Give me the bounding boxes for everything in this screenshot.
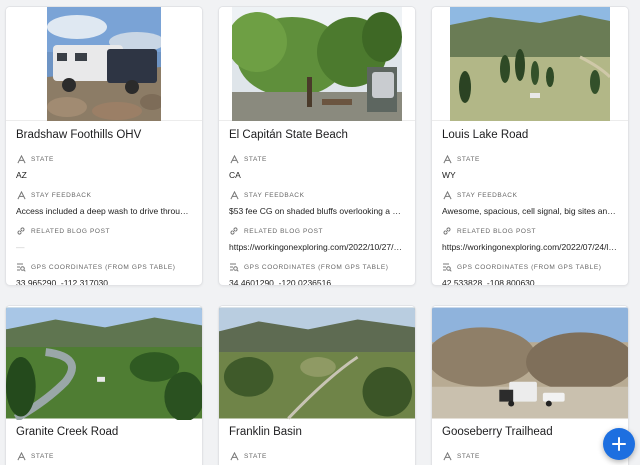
record-card[interactable]: Gooseberry Trailhead STATE UT — [431, 305, 629, 465]
blog-post-value: — — [16, 242, 25, 252]
card-image-area — [6, 7, 202, 121]
record-card[interactable]: Granite Creek Road STATE WY — [5, 305, 203, 465]
state-field-label: STATE — [442, 451, 628, 461]
lookup-icon — [229, 262, 239, 272]
gps-value: 34.4601290, -120.0236516 — [229, 278, 332, 286]
card-title: Franklin Basin — [229, 426, 302, 438]
gps-field-label: GPS COORDINATES (FROM GPS TABLE) — [229, 262, 415, 272]
card-gallery: Bradshaw Foothills OHV STATE AZ STAY FEE… — [0, 0, 640, 465]
gps-value: 42.533828, -108.800630 — [442, 278, 535, 286]
state-value: AZ — [16, 170, 27, 180]
lookup-icon — [442, 262, 452, 272]
text-a-icon — [16, 190, 26, 200]
state-value: CA — [229, 170, 241, 180]
text-a-icon — [229, 190, 239, 200]
stay-feedback-field-label: STAY FEEDBACK — [16, 190, 202, 200]
blog-post-field-label: RELATED BLOG POST — [16, 226, 202, 236]
text-a-icon — [229, 451, 239, 461]
card-image-area — [219, 7, 415, 121]
blog-post-field-label: RELATED BLOG POST — [442, 226, 628, 236]
gps-field-label: GPS COORDINATES (FROM GPS TABLE) — [16, 262, 202, 272]
stay-feedback-value: Access included a deep wash to drive thr… — [16, 206, 192, 216]
text-a-icon — [16, 154, 26, 164]
text-a-icon — [229, 154, 239, 164]
card-photo — [432, 307, 628, 419]
state-field-label: STATE — [16, 451, 202, 461]
text-a-icon — [442, 190, 452, 200]
card-photo — [450, 7, 610, 121]
stay-feedback-field-label: STAY FEEDBACK — [442, 190, 628, 200]
card-title: El Capitán State Beach — [229, 129, 348, 141]
add-record-button[interactable] — [603, 428, 635, 460]
blog-post-field-label: RELATED BLOG POST — [229, 226, 415, 236]
card-image-area — [432, 7, 628, 121]
record-card[interactable]: Franklin Basin STATE UT — [218, 305, 416, 465]
gps-value: 33.965290, -112.317030 — [16, 278, 109, 286]
link-icon — [442, 226, 452, 236]
text-a-icon — [442, 154, 452, 164]
state-field-label: STATE — [229, 154, 415, 164]
state-value: WY — [442, 170, 456, 180]
record-card[interactable]: El Capitán State Beach STATE CA STAY FEE… — [218, 6, 416, 286]
stay-feedback-value: Awesome, spacious, cell signal, big site… — [442, 206, 618, 216]
blog-post-value[interactable]: https://workingonexploring.com/2022/10/2… — [229, 242, 405, 253]
lookup-icon — [16, 262, 26, 272]
state-field-label: STATE — [16, 154, 202, 164]
link-icon — [16, 226, 26, 236]
stay-feedback-field-label: STAY FEEDBACK — [229, 190, 415, 200]
card-image-area — [6, 306, 202, 420]
card-photo — [47, 7, 161, 121]
card-image-area — [219, 306, 415, 420]
card-title: Granite Creek Road — [16, 426, 119, 438]
card-image-area — [432, 306, 628, 419]
card-photo — [219, 307, 415, 420]
gps-field-label: GPS COORDINATES (FROM GPS TABLE) — [442, 262, 628, 272]
stay-feedback-value: $53 fee CG on shaded bluffs overlooking … — [229, 206, 405, 216]
plus-icon — [612, 437, 626, 451]
text-a-icon — [442, 451, 452, 461]
card-photo — [6, 307, 202, 420]
state-field-label: STATE — [442, 154, 628, 164]
state-field-label: STATE — [229, 451, 415, 461]
record-card[interactable]: Louis Lake Road STATE WY STAY FEEDBACK A… — [431, 6, 629, 286]
card-title: Bradshaw Foothills OHV — [16, 129, 142, 141]
record-card[interactable]: Bradshaw Foothills OHV STATE AZ STAY FEE… — [5, 6, 203, 286]
card-title: Louis Lake Road — [442, 129, 529, 141]
text-a-icon — [16, 451, 26, 461]
card-title: Gooseberry Trailhead — [442, 426, 553, 438]
card-photo — [232, 7, 402, 121]
link-icon — [229, 226, 239, 236]
blog-post-value[interactable]: https://workingonexploring.com/2022/07/2… — [442, 242, 618, 253]
